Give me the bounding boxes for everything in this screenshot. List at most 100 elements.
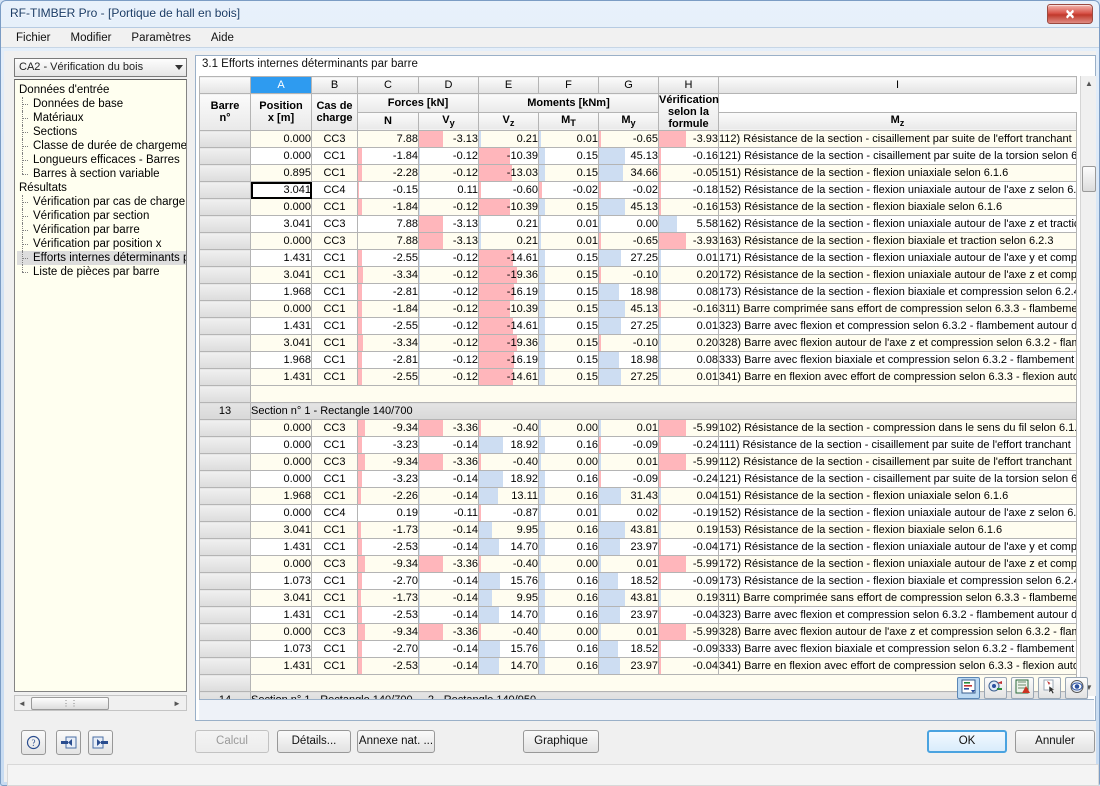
cell-my[interactable]: 45.13 — [598, 198, 659, 216]
cell-vz[interactable]: -10.39 — [478, 198, 539, 216]
table-row[interactable]: 3.041 CC4 -0.15 0.11 -0.60 -0.02 -0.02 -0.18 152… — [199, 181, 1077, 199]
table-row[interactable]: 3.041 CC3 7.88 -3.13 0.21 0.01 0.00 5.58 162) Ré… — [199, 215, 1077, 233]
row-header-bar-number[interactable]: 13 — [199, 402, 251, 420]
cell-n[interactable]: -2.28 — [357, 164, 419, 182]
tree-item-13[interactable]: Liste de pièces par barre — [17, 265, 186, 279]
row-header[interactable] — [199, 232, 251, 250]
cell-cas-de-charge[interactable]: CC1 — [311, 283, 358, 301]
close-button[interactable]: ✕ — [1047, 4, 1093, 24]
cell-vz[interactable]: 14.70 — [478, 538, 539, 556]
cell-position-x[interactable]: 0.000 — [250, 436, 312, 454]
cell-formula[interactable]: 111) Résistance de la section - cisaille… — [718, 436, 1077, 454]
cell-mz[interactable]: -5.99 — [658, 623, 719, 641]
cell-position-x[interactable]: 0.000 — [250, 623, 312, 641]
table-row[interactable]: 1.968 CC1 -2.26 -0.14 13.11 0.16 31.43 0.04 151)… — [199, 487, 1077, 505]
cell-vz[interactable]: 15.76 — [478, 572, 539, 590]
cell-n[interactable]: -2.55 — [357, 317, 419, 335]
table-row[interactable]: 1.431 CC1 -2.55 -0.12 -14.61 0.15 27.25 0.01 341… — [199, 368, 1077, 386]
cell-cas-de-charge[interactable]: CC1 — [311, 657, 358, 675]
cell-formula[interactable]: 152) Résistance de la section - flexion … — [718, 504, 1077, 522]
cell-vy[interactable]: -0.12 — [418, 147, 479, 165]
cell-my[interactable]: 18.98 — [598, 283, 659, 301]
cell-formula[interactable]: 172) Résistance de la section - flexion … — [718, 555, 1077, 573]
ok-button[interactable]: OK — [927, 730, 1007, 753]
cell-cas-de-charge[interactable]: CC1 — [311, 436, 358, 454]
cell-position-x[interactable]: 1.968 — [250, 351, 312, 369]
cell-vy[interactable]: -3.36 — [418, 555, 479, 573]
table-row[interactable]: 0.000 CC1 -3.23 -0.14 18.92 0.16 -0.09 -0.24 121… — [199, 470, 1077, 488]
row-header[interactable] — [199, 606, 251, 624]
cell-position-x[interactable]: 0.000 — [250, 300, 312, 318]
row-header[interactable] — [199, 147, 251, 165]
cell-formula[interactable]: 112) Résistance de la section - cisaille… — [718, 130, 1077, 148]
tree-hscroll-thumb[interactable]: ⋮⋮ — [31, 696, 109, 710]
cell-cas-de-charge[interactable]: CC1 — [311, 164, 358, 182]
cell-vz[interactable]: -0.87 — [478, 504, 539, 522]
row-header[interactable] — [199, 504, 251, 522]
cell-formula[interactable]: 151) Résistance de la section - flexion … — [718, 487, 1077, 505]
cell-mz[interactable]: -0.09 — [658, 572, 719, 590]
column-header-F[interactable]: F — [538, 76, 599, 94]
report-list-button[interactable] — [957, 677, 980, 699]
cell-vz[interactable]: -14.61 — [478, 249, 539, 267]
annexe-nat-button[interactable]: Annexe nat. ... — [357, 730, 435, 753]
cell-mz[interactable]: -5.99 — [658, 453, 719, 471]
cell-formula[interactable]: 171) Résistance de la section - flexion … — [718, 538, 1077, 556]
column-header-C[interactable]: C — [357, 76, 419, 94]
cell-n[interactable]: -2.53 — [357, 606, 419, 624]
cell-n[interactable]: -2.81 — [357, 351, 419, 369]
cell-mt[interactable]: 0.16 — [538, 657, 599, 675]
table-row[interactable]: 1.431 CC1 -2.55 -0.12 -14.61 0.15 27.25 0.01 323… — [199, 317, 1077, 335]
cell-my[interactable]: 23.97 — [598, 538, 659, 556]
cell-position-x[interactable]: 1.431 — [250, 249, 312, 267]
cell-cas-de-charge[interactable]: CC3 — [311, 215, 358, 233]
cell-mz[interactable]: -0.05 — [658, 164, 719, 182]
cell-formula[interactable]: 112) Résistance de la section - cisaille… — [718, 453, 1077, 471]
cell-vz[interactable]: -0.40 — [478, 623, 539, 641]
cell-vz[interactable]: -19.36 — [478, 266, 539, 284]
column-header-corner[interactable] — [199, 76, 251, 94]
cell-vy[interactable]: -0.14 — [418, 572, 479, 590]
row-header[interactable] — [199, 555, 251, 573]
cell-vy[interactable]: -0.14 — [418, 470, 479, 488]
cell-mt[interactable]: 0.15 — [538, 249, 599, 267]
cell-mt[interactable]: 0.15 — [538, 283, 599, 301]
cell-n[interactable]: -3.23 — [357, 470, 419, 488]
row-header[interactable] — [199, 334, 251, 352]
cell-my[interactable]: 45.13 — [598, 300, 659, 318]
cell-vz[interactable]: -0.40 — [478, 555, 539, 573]
row-header-blank[interactable] — [199, 385, 251, 403]
cell-my[interactable]: 0.01 — [598, 555, 659, 573]
cell-n[interactable]: -9.34 — [357, 555, 419, 573]
cell-vy[interactable]: -0.14 — [418, 606, 479, 624]
row-header[interactable] — [199, 436, 251, 454]
cell-mt[interactable]: 0.01 — [538, 215, 599, 233]
cell-cas-de-charge[interactable]: CC1 — [311, 538, 358, 556]
tree-item-1[interactable]: Données de base — [17, 97, 186, 111]
cell-mt[interactable]: 0.15 — [538, 198, 599, 216]
cell-mt[interactable]: 0.15 — [538, 317, 599, 335]
cell-formula[interactable]: 323) Barre avec flexion et compression s… — [718, 606, 1077, 624]
cell-vz[interactable]: -0.40 — [478, 453, 539, 471]
row-header[interactable] — [199, 453, 251, 471]
cell-my[interactable]: -0.65 — [598, 232, 659, 250]
cell-vz[interactable]: 14.70 — [478, 606, 539, 624]
cell-mz[interactable]: 0.20 — [658, 266, 719, 284]
cell-formula[interactable]: 173) Résistance de la section - flexion … — [718, 572, 1077, 590]
next-button[interactable] — [88, 730, 113, 755]
cell-formula[interactable]: 328) Barre avec flexion autour de l'axe … — [718, 623, 1077, 641]
cell-vy[interactable]: -3.36 — [418, 419, 479, 437]
column-header-B[interactable]: B — [311, 76, 358, 94]
results-grid[interactable]: ABCDEFGHI Barre n° Position x [m] Cas de char… — [199, 76, 1077, 709]
cell-vy[interactable]: -3.13 — [418, 215, 479, 233]
cell-position-x[interactable]: 1.431 — [250, 657, 312, 675]
cell-mz[interactable]: -0.04 — [658, 657, 719, 675]
cell-position-x[interactable]: 1.968 — [250, 487, 312, 505]
table-row[interactable]: 0.000 CC4 0.19 -0.11 -0.87 0.01 0.02 -0.19 152) … — [199, 504, 1077, 522]
cell-vz[interactable]: -0.40 — [478, 419, 539, 437]
table-row[interactable]: 0.000 CC3 7.88 -3.13 0.21 0.01 -0.65 -3.93 112) … — [199, 130, 1077, 148]
cell-my[interactable]: -0.10 — [598, 266, 659, 284]
cell-mt[interactable]: 0.01 — [538, 504, 599, 522]
cell-vy[interactable]: -3.13 — [418, 232, 479, 250]
cell-n[interactable]: -9.34 — [357, 623, 419, 641]
